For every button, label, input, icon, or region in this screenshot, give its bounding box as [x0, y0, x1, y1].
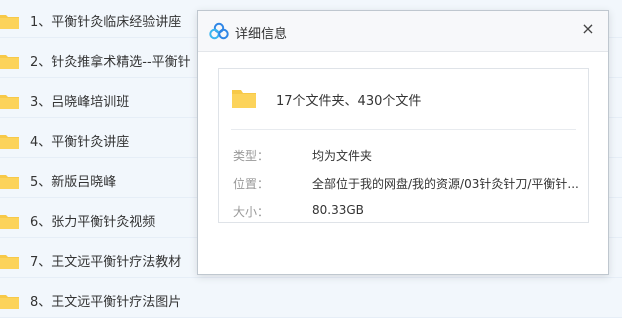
location-label: 位置：	[233, 177, 270, 191]
list-item[interactable]: 8、王文远平衡针疗法图片	[0, 284, 622, 318]
cloud-logo-icon	[209, 22, 229, 40]
dialog-title: 详细信息	[235, 27, 288, 42]
close-icon[interactable]: ×	[578, 17, 598, 41]
location-value: 全部位于我的网盘/我的资源/03针灸针刀/平衡针...	[312, 177, 579, 191]
type-value: 均为文件夹	[312, 149, 373, 163]
summary-text: 17个文件夹、430个文件	[276, 94, 422, 109]
info-panel: 17个文件夹、430个文件 类型： 均为文件夹 位置： 全部位于我的网盘/我的资…	[218, 68, 589, 223]
folder-icon	[0, 14, 19, 29]
list-item-label: 8、王文远平衡针疗法图片	[30, 295, 182, 310]
size-value: 80.33GB	[312, 203, 364, 217]
folder-icon	[0, 134, 19, 149]
folder-icon	[0, 94, 19, 109]
list-item-label: 5、新版吕晓峰	[30, 175, 117, 190]
size-label: 大小：	[233, 205, 270, 219]
list-item-label: 1、平衡针灸临床经验讲座	[30, 15, 182, 30]
list-item-label: 2、针灸推拿术精选--平衡针	[30, 55, 191, 70]
folder-icon	[0, 254, 19, 269]
type-label: 类型：	[233, 149, 270, 163]
divider	[231, 129, 576, 130]
folder-icon	[0, 294, 19, 309]
dialog-header: 详细信息 ×	[198, 11, 608, 52]
list-item-label: 3、吕晓峰培训班	[30, 95, 130, 110]
list-item-label: 7、王文远平衡针疗法教材	[30, 255, 182, 270]
details-dialog: 详细信息 × 17个文件夹、430个文件 类型： 均为文件夹 位置： 全部位于我…	[197, 10, 609, 275]
folder-icon	[232, 90, 256, 108]
list-item-label: 4、平衡针灸讲座	[30, 135, 130, 150]
folder-icon	[0, 214, 19, 229]
folder-icon	[0, 54, 19, 69]
folder-icon	[0, 174, 19, 189]
list-item-label: 6、张力平衡针灸视频	[30, 215, 156, 230]
